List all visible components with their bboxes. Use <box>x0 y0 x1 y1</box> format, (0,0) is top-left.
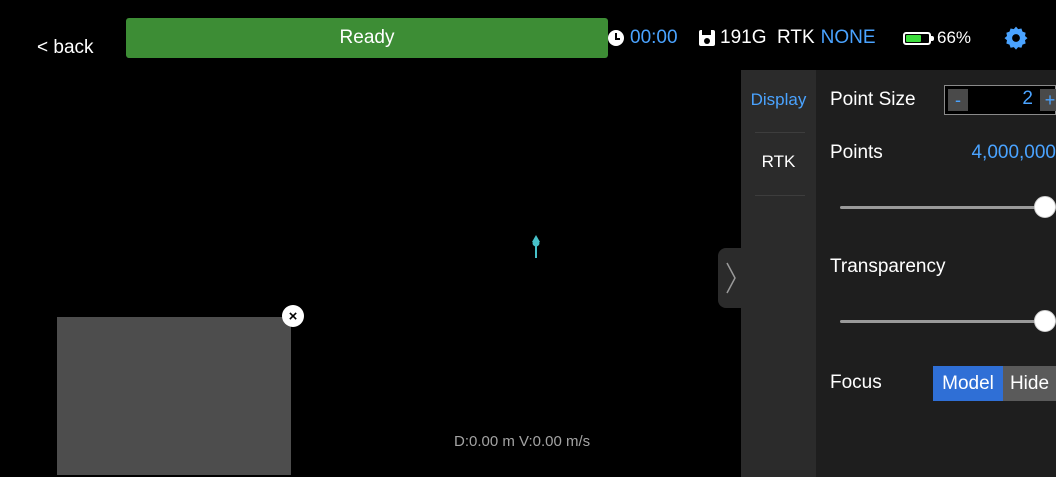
battery-value: 66% <box>937 28 972 47</box>
focus-label: Focus <box>830 372 882 393</box>
storage-readout: 191G <box>699 26 766 50</box>
back-button[interactable]: < back <box>37 37 94 59</box>
rtk-label: RTK <box>777 27 815 48</box>
points-slider-thumb[interactable] <box>1034 196 1056 218</box>
point-size-label: Point Size <box>830 89 916 110</box>
transparency-slider[interactable] <box>840 310 1056 334</box>
focus-option-hide[interactable]: Hide <box>1003 366 1056 401</box>
rtk-readout: RTK NONE <box>777 26 876 50</box>
tab-rtk[interactable]: RTK <box>741 132 816 192</box>
point-size-increment-button[interactable]: + <box>1040 89 1056 111</box>
point-size-decrement-button[interactable]: - <box>948 89 968 111</box>
point-size-value[interactable]: 2 <box>973 88 1033 110</box>
app-screen: < back Ready 00:00 191G RTK NONE 66% × D… <box>10 10 1056 477</box>
points-value: 4,000,000 <box>971 142 1056 163</box>
timer-value: 00:00 <box>630 27 678 48</box>
rtk-value: NONE <box>820 27 876 48</box>
tab-display[interactable]: Display <box>741 70 816 130</box>
timer-readout: 00:00 <box>608 26 678 50</box>
display-settings-panel: Point Size - 2 + Points 4,000,000 Transp… <box>816 70 1056 477</box>
points-slider-track <box>840 206 1056 209</box>
camera-preview[interactable] <box>57 317 291 475</box>
close-preview-button[interactable]: × <box>282 305 304 327</box>
points-label: Points <box>830 142 883 163</box>
battery-icon <box>903 31 934 45</box>
points-slider[interactable] <box>840 196 1056 220</box>
storage-value: 191G <box>720 27 767 48</box>
chevron-right-icon <box>725 262 736 294</box>
settings-tabs: Display RTK <box>741 70 816 477</box>
clock-icon <box>608 30 624 46</box>
transparency-slider-track <box>840 320 1056 323</box>
distance-velocity-readout: D:0.00 m V:0.00 m/s <box>454 433 591 450</box>
battery-level-fill <box>906 34 921 42</box>
panel-toggle-handle[interactable] <box>718 248 743 308</box>
status-banner: Ready <box>126 18 608 58</box>
battery-readout: 66% <box>903 26 971 50</box>
tab-divider <box>755 195 805 196</box>
location-marker-icon <box>532 235 540 258</box>
point-size-stepper: - 2 + <box>944 85 1056 115</box>
storage-icon <box>699 30 715 46</box>
transparency-slider-thumb[interactable] <box>1034 310 1056 332</box>
status-label: Ready <box>339 27 395 48</box>
transparency-label: Transparency <box>830 256 946 277</box>
gear-icon[interactable] <box>1003 25 1029 51</box>
focus-option-model[interactable]: Model <box>933 366 1003 401</box>
